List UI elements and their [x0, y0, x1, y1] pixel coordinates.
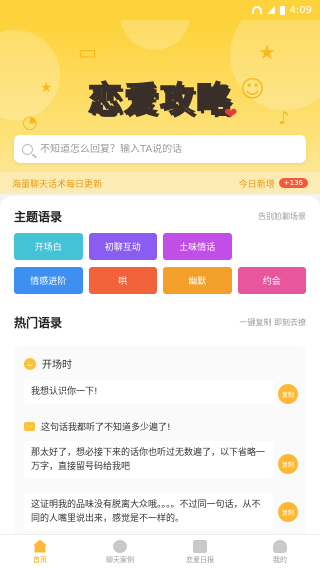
- status-bar: 4:09: [0, 0, 320, 20]
- bottom-tab-bar: 首页 聊天案例 恋爱日报 我的: [0, 534, 320, 569]
- copy-button[interactable]: 复制: [278, 454, 298, 474]
- bubble-decoration: [0, 30, 60, 120]
- card-title: 开场时: [42, 360, 72, 371]
- tag-spacer: [238, 233, 307, 260]
- main-content: 主题语录 告别尬聊场景 开场白 初聊互动 土味情话 情感进阶 哄 幽默 约会 热…: [0, 196, 320, 534]
- tag-coax[interactable]: 哄: [88, 267, 157, 294]
- heart-icon: ❤: [224, 104, 238, 123]
- tab-label: 首页: [33, 555, 47, 564]
- chat-icon: …: [24, 422, 35, 431]
- tab-label: 我的: [273, 555, 287, 564]
- tag-date[interactable]: 约会: [237, 267, 306, 294]
- quote-item: 那太好了，想必接下来的话你也听过无数遍了，以下省略一万字，直接留号码给我吧: [24, 441, 274, 479]
- chat-bubble-icon: ▭: [78, 40, 97, 64]
- quote-item: 这证明我的品味没有脱离大众哦。。。。不过同一句话，从不同的人嘴里说出来，感觉是不…: [24, 493, 274, 531]
- update-text: 海量聊天话术每日更新: [12, 179, 103, 190]
- bubble-decoration: [120, 20, 190, 50]
- tab-label: 恋爱日报: [186, 555, 214, 564]
- hot-title: 热门语录: [14, 316, 63, 330]
- today-new: 今日新增 +136: [239, 177, 308, 190]
- chat-icon: [113, 539, 127, 553]
- wifi-icon: [251, 6, 262, 14]
- quote-card: 开场时 我想认识你一下! 复制 … 这句话我都听了不知道多少遍了! 那太好了，想…: [14, 346, 306, 534]
- quote-item: 我想认识你一下!: [24, 380, 274, 404]
- tag-first-chat[interactable]: 初聊互动: [88, 233, 157, 260]
- tab-label: 聊天案例: [106, 555, 134, 564]
- copy-button[interactable]: 复制: [278, 502, 298, 522]
- topics-header: 主题语录 告别尬聊场景: [14, 208, 306, 225]
- hot-hint: 一键复制 即刻去撩: [239, 318, 306, 327]
- tag-emotion-advance[interactable]: 情感进阶: [14, 267, 83, 294]
- tag-humor[interactable]: 幽默: [163, 267, 232, 294]
- hot-header: 热门语录 一键复制 即刻去撩: [14, 314, 306, 331]
- person-icon: [273, 539, 287, 553]
- tag-cheesy-lines[interactable]: 土味情话: [163, 233, 232, 260]
- search-icon: [22, 143, 33, 155]
- star-icon: ★: [40, 80, 53, 96]
- card-header: 开场时: [24, 356, 72, 371]
- diary-icon: [193, 539, 207, 553]
- tab-chat-cases[interactable]: 聊天案例: [80, 535, 160, 569]
- tag-opening[interactable]: 开场白: [14, 233, 83, 260]
- home-icon: [33, 539, 47, 553]
- topics-hint: 告别尬聊场景: [258, 212, 306, 221]
- microphone-icon: ♪: [278, 108, 290, 129]
- search-bar[interactable]: [14, 135, 306, 163]
- tab-home[interactable]: 首页: [0, 535, 80, 569]
- tab-love-daily[interactable]: 恋爱日报: [160, 535, 240, 569]
- hero-banner: ▭ ★ ★ ☺ ♪ ◔ 恋爱攻略 ❤: [0, 20, 320, 190]
- update-banner: 海量聊天话术每日更新 今日新增 +136: [0, 172, 320, 194]
- status-time: 4:09: [289, 4, 312, 16]
- chat-bubble-icon: ◔: [22, 112, 38, 133]
- signal-icon: [266, 6, 275, 14]
- battery-icon: [279, 5, 285, 15]
- question-text: 这句话我都听了不知道多少遍了!: [41, 423, 171, 433]
- tab-mine[interactable]: 我的: [240, 535, 320, 569]
- today-new-label: 今日新增: [238, 179, 275, 190]
- question-line: … 这句话我都听了不知道多少遍了!: [24, 420, 171, 433]
- search-input[interactable]: [40, 143, 290, 155]
- star-icon: ★: [258, 40, 276, 64]
- copy-button[interactable]: 复制: [278, 384, 298, 404]
- smiley-icon: [24, 357, 36, 370]
- topic-tags: 开场白 初聊互动 土味情话 情感进阶 哄 幽默 约会: [14, 233, 306, 294]
- new-count-badge: +136: [278, 178, 308, 188]
- topics-title: 主题语录: [14, 210, 63, 224]
